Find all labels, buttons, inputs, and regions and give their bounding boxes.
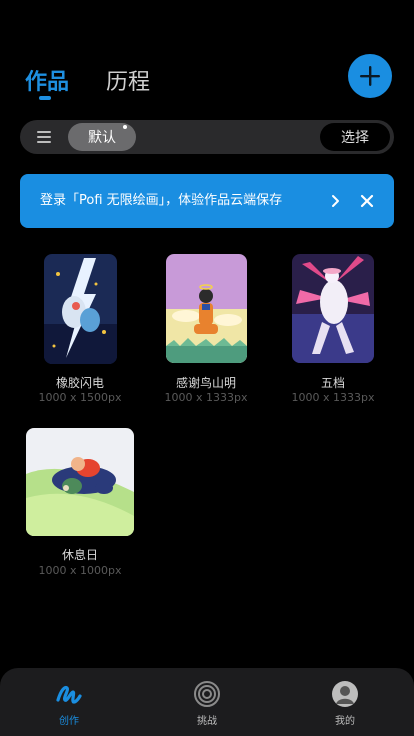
select-button[interactable]: 选择 [320, 123, 390, 151]
artwork-title: 休息日 [61, 548, 98, 562]
plus-icon [360, 66, 380, 86]
chevron-right-icon[interactable] [328, 194, 342, 208]
brush-stroke-icon [56, 685, 82, 704]
artwork-title: 橡胶闪电 [55, 376, 104, 390]
close-icon[interactable] [360, 194, 374, 208]
app-screen: 作品 历程 默认 选择 登录「Pofi 无限绘画」，体验作品云端保存 橡胶闪电 … [0, 0, 414, 736]
tab-history[interactable]: 历程 [106, 64, 150, 96]
artwork-size: 1000 x 1333px [291, 391, 375, 404]
add-artwork-button[interactable] [348, 54, 392, 98]
artwork-size: 1000 x 1500px [38, 391, 122, 404]
nav-item-profile[interactable]: 我的 [305, 668, 385, 736]
filter-bar: 默认 选择 [20, 120, 394, 154]
artwork-thumbnail[interactable] [292, 254, 374, 363]
avatar-icon [332, 681, 358, 707]
artwork-title: 感谢鸟山明 [175, 376, 236, 390]
chip-dot-indicator [123, 125, 127, 129]
artwork-size: 1000 x 1000px [38, 564, 122, 577]
nav-label-create: 创作 [59, 716, 79, 727]
artwork-size: 1000 x 1333px [164, 391, 248, 404]
bottom-navigation: 创作 挑战 我的 [0, 668, 414, 736]
nav-label-challenge: 挑战 [197, 716, 217, 727]
tab-works[interactable]: 作品 [25, 64, 69, 96]
artwork-thumbnail[interactable] [44, 254, 117, 364]
tab-indicator [39, 96, 51, 100]
banner-text: 登录「Pofi 无限绘画」，体验作品云端保存 [40, 193, 283, 208]
artwork-image-thanks-toriyama [166, 254, 247, 363]
artwork-image-rubber-lightning [44, 254, 117, 364]
nav-item-create[interactable]: 创作 [29, 668, 109, 736]
nav-label-profile: 我的 [335, 716, 355, 727]
login-banner[interactable]: 登录「Pofi 无限绘画」，体验作品云端保存 [20, 174, 394, 228]
artwork-image-rest-day [26, 428, 134, 536]
artwork-thumbnail[interactable] [26, 428, 134, 536]
nav-item-challenge[interactable]: 挑战 [167, 668, 247, 736]
artwork-title: 五档 [320, 376, 345, 390]
menu-icon[interactable] [37, 131, 51, 143]
artwork-thumbnail[interactable] [166, 254, 247, 363]
target-icon [194, 681, 220, 707]
artwork-image-gear-five [292, 254, 374, 363]
